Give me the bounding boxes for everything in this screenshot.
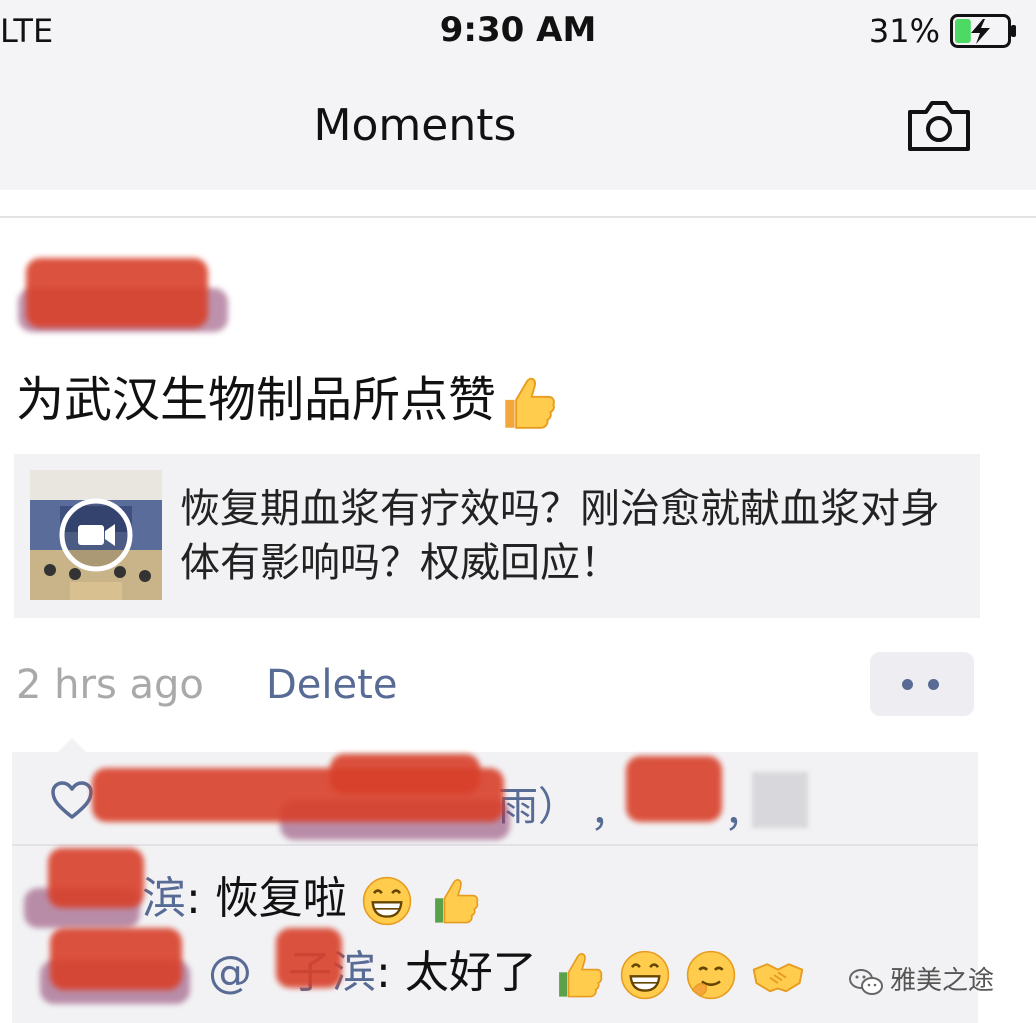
link-title: 恢复期血浆有疗效吗？刚治愈就献血浆对身体有影响吗？权威回应！ <box>180 486 940 586</box>
watermark-text: 雅美之途 <box>890 966 995 996</box>
comment-text: 恢复啦 <box>214 873 347 924</box>
page-title: Moments <box>313 100 517 151</box>
more-dots-icon[interactable] <box>870 652 974 716</box>
liker-avatar-blurred[interactable] <box>752 772 808 828</box>
thinking-emoji <box>686 950 735 1000</box>
post-text-content: 为武汉生物制品所点赞 <box>16 372 497 428</box>
comment-separator: : <box>376 947 405 998</box>
likes-divider <box>12 844 978 846</box>
post-text: 为武汉生物制品所点赞 <box>16 360 558 434</box>
delete-button[interactable]: Delete <box>266 662 397 708</box>
video-play-icon <box>59 498 133 572</box>
camera-icon[interactable] <box>906 98 972 152</box>
likes-name-fragment[interactable]: 雨） <box>498 774 578 832</box>
watermark: 雅美之途 <box>848 960 994 997</box>
link-thumbnail <box>30 470 162 600</box>
status-bar: LTE 9:30 AM 31% <box>0 0 1036 62</box>
thumbs-up-emoji <box>434 879 479 924</box>
comment-1[interactable]: 滨: 恢复啦 <box>142 862 481 928</box>
link-card[interactable]: 恢复期血浆有疗效吗？刚治愈就献血浆对身体有影响吗？权威回应！ <box>14 454 980 618</box>
reply-at-symbol: @ <box>208 947 252 998</box>
battery-charging-icon <box>950 14 1016 48</box>
wechat-icon <box>849 968 883 995</box>
thumbs-up-emoji <box>558 953 603 998</box>
heart-icon <box>51 781 93 819</box>
comment-separator: : <box>186 873 215 924</box>
handshake-emoji <box>752 963 804 993</box>
thumbs-up-emoji <box>505 377 555 429</box>
top-bar: LTE 9:30 AM 31% Moments <box>0 0 1036 190</box>
header-divider <box>0 216 1036 218</box>
battery-percent: 31% <box>868 12 940 50</box>
post-timestamp: 2 hrs ago <box>16 662 204 708</box>
grinning-emoji <box>362 876 411 926</box>
likes-separator: ， <box>590 790 630 836</box>
grinning-emoji <box>620 950 669 1000</box>
comment-text: 太好了 <box>404 947 537 998</box>
comment-author-visible[interactable]: 滨 <box>142 873 186 924</box>
